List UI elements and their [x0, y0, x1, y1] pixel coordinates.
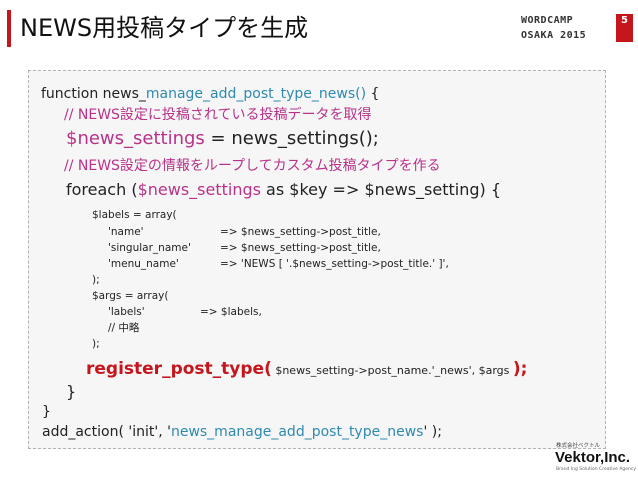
code-token: function news_ [41, 86, 146, 102]
code-line-args-close: ); [92, 338, 100, 350]
code-token: = news_settings(); [204, 128, 379, 149]
code-function-register-post-type: register_post_type( [86, 359, 272, 379]
code-array-key: 'labels' [108, 306, 145, 318]
code-callback-name: news_manage_add_post_type_news [170, 424, 424, 440]
code-line-register-post-type: register_post_type( $news_setting->post_… [86, 356, 527, 384]
code-comment-fetch: // NEWS設定に投稿されている投稿データを取得 [64, 107, 372, 123]
event-logo-line-2: OSAKA 2015 [521, 30, 587, 41]
code-array-key: 'name' [108, 226, 144, 238]
code-array-key: 'singular_name' [108, 242, 191, 254]
code-variable-news-settings: $news_settings [66, 128, 205, 149]
code-token: foreach ( [66, 180, 138, 199]
code-token: ' ); [423, 424, 442, 440]
code-line-function-close: } [42, 404, 51, 420]
code-line-labels-open: $labels = array( [92, 209, 177, 221]
code-comment-omitted: // 中略 [108, 322, 140, 334]
vektor-logo-subtitle: Brand Ing Solution Creative Agency [556, 467, 637, 472]
code-line-label-menu: 'menu_name' => 'NEWS [ '.$news_setting->p… [108, 257, 449, 272]
code-arguments: $news_setting->post_name.'_news', $args [271, 364, 513, 377]
title-accent-bar [7, 10, 11, 47]
code-array-value: => $news_setting->post_title, [220, 242, 381, 254]
code-closing-paren: ); [512, 359, 528, 379]
code-array-value: => $labels, [200, 306, 262, 318]
code-line-settings-assign: $news_settings = news_settings(); [66, 126, 379, 152]
code-line-label-singular: 'singular_name' => $news_setting->post_ti… [108, 241, 381, 256]
code-line-label-name: 'name' => $news_setting->post_title, [108, 225, 381, 240]
code-array-value: => 'NEWS [ '.$news_setting->post_title.'… [220, 258, 449, 270]
code-line-args-labels: 'labels' => $labels, [108, 305, 262, 320]
code-line-function-declaration: function news_manage_add_post_type_news(… [41, 84, 379, 104]
code-line-add-action: add_action( 'init', 'news_manage_add_pos… [42, 422, 442, 442]
event-logo-line-1: WORDCAMP [521, 15, 574, 26]
slide-title: NEWS用投稿タイプを生成 [20, 14, 309, 42]
code-variable-news-settings: $news_settings [137, 180, 261, 199]
vektor-logo-name: Vektor,Inc. [555, 449, 631, 466]
code-line-labels-close: ); [92, 274, 100, 286]
code-line-args-open: $args = array( [92, 290, 169, 302]
vektor-logo: 株式会社ベクトル Vektor,Inc. Brand Ing Solution … [551, 443, 637, 476]
wordcamp-osaka-logo: WORDCAMP OSAKA 2015 5 [521, 13, 633, 45]
code-line-foreach-close: } [66, 382, 77, 401]
code-array-key: 'menu_name' [108, 258, 179, 270]
event-logo-mark: 5 [616, 14, 633, 42]
code-line-foreach: foreach ($news_settings as $key => $news… [66, 179, 501, 201]
code-function-name: manage_add_post_type_news() [145, 86, 367, 102]
code-token: { [366, 86, 380, 102]
code-array-value: => $news_setting->post_title, [220, 226, 381, 238]
code-block: function news_manage_add_post_type_news(… [28, 70, 606, 449]
code-comment-loop: // NEWS設定の情報をループしてカスタム投稿タイプを作る [64, 158, 441, 174]
code-token: as $key => $news_setting) { [260, 180, 501, 199]
code-token: add_action( 'init', ' [42, 424, 171, 440]
